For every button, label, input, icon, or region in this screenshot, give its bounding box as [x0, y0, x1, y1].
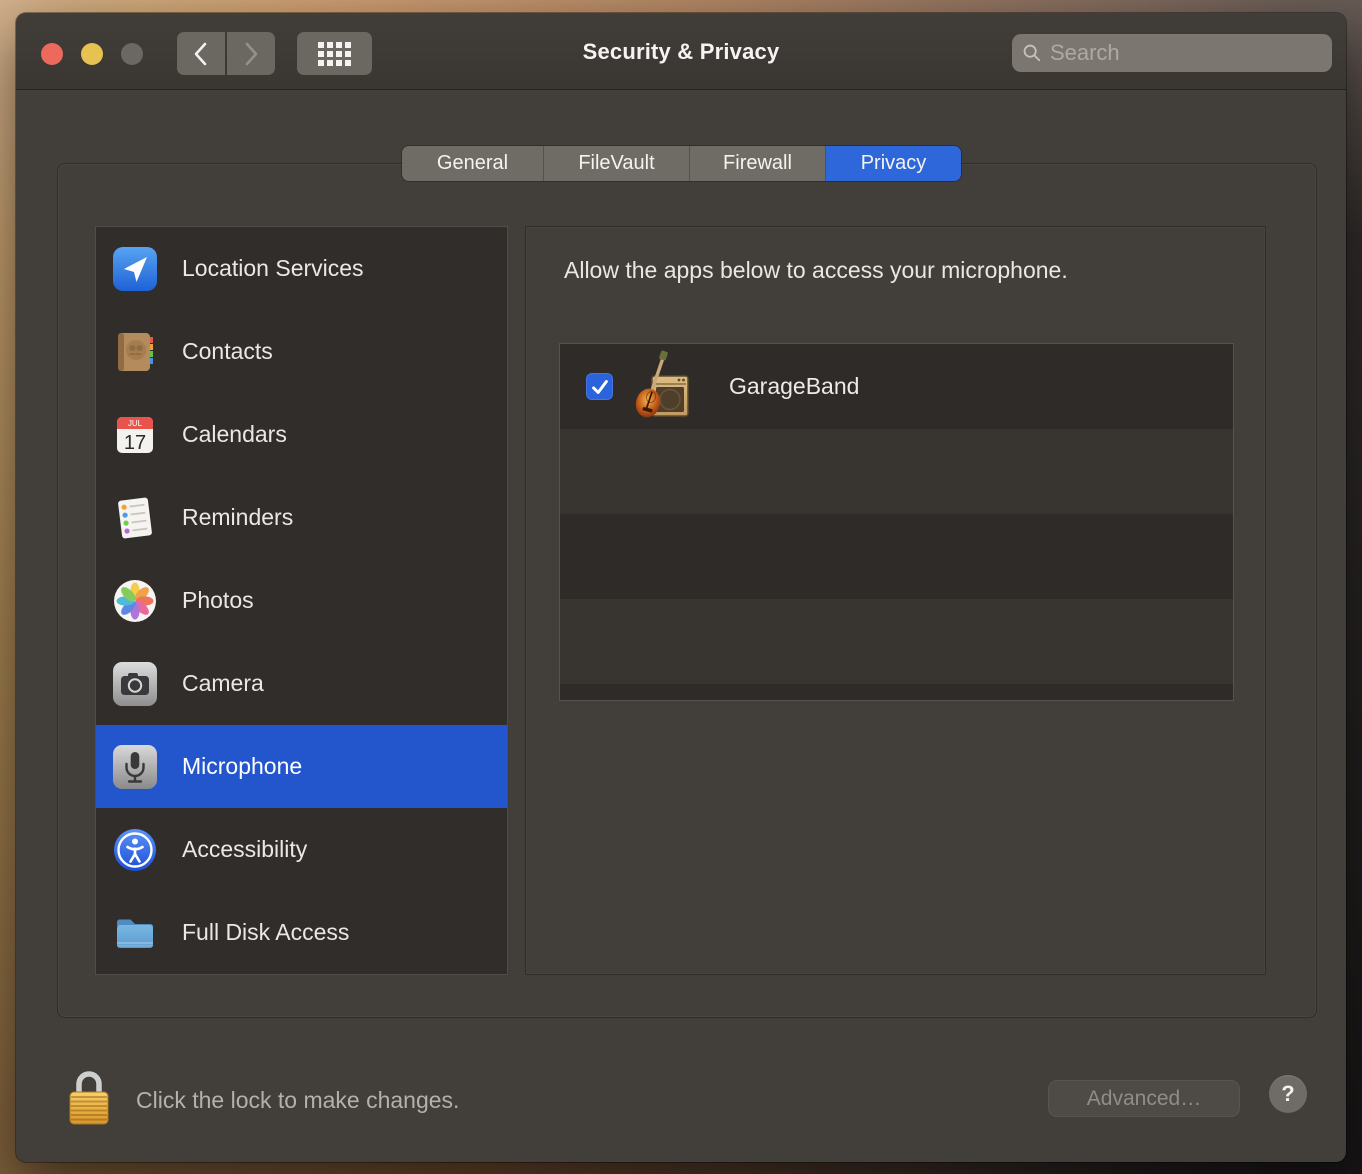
advanced-button[interactable]: Advanced… — [1048, 1080, 1240, 1117]
back-button[interactable] — [177, 32, 225, 75]
show-all-button[interactable] — [297, 32, 372, 75]
sidebar-item-label: Full Disk Access — [182, 919, 350, 945]
contacts-icon — [118, 332, 153, 371]
sidebar-item-photos[interactable]: Photos — [96, 559, 507, 642]
microphone-panel: Allow the apps below to access your micr… — [525, 226, 1266, 975]
help-button[interactable]: ? — [1269, 1075, 1307, 1113]
lock-caption: Click the lock to make changes. — [136, 1087, 460, 1113]
lock-icon[interactable] — [66, 1063, 112, 1127]
tab-general[interactable]: General — [402, 146, 544, 181]
sidebar-item-label: Location Services — [182, 255, 364, 281]
sidebar-item-label: Microphone — [182, 753, 303, 779]
zoom-button[interactable] — [121, 43, 143, 65]
camera-icon — [113, 661, 157, 706]
chevron-right-icon — [245, 42, 258, 65]
titlebar: Security & Privacy — [16, 13, 1346, 90]
grid-icon — [318, 41, 351, 66]
reminders-icon — [118, 497, 152, 538]
sidebar-item-reminders[interactable]: Reminders — [96, 476, 507, 559]
sidebar-item-accessibility[interactable]: Accessibility — [96, 808, 507, 891]
tab-bar: General FileVault Firewall Privacy — [402, 146, 961, 181]
app-name: GarageBand — [729, 373, 860, 399]
close-button[interactable] — [41, 43, 63, 65]
sidebar-item-label: Photos — [182, 587, 254, 613]
app-row-garageband[interactable]: GarageBand — [560, 344, 1233, 429]
accessibility-icon — [114, 828, 156, 871]
tab-filevault[interactable]: FileVault — [544, 146, 690, 181]
search-field[interactable] — [1012, 34, 1332, 72]
panel-heading: Allow the apps below to access your micr… — [564, 257, 1068, 283]
checkmark-icon — [591, 379, 608, 394]
calendar-icon: JUL 17 — [117, 416, 153, 454]
search-icon — [1023, 44, 1041, 62]
sidebar-item-label: Contacts — [182, 338, 273, 364]
sidebar-item-label: Camera — [182, 670, 264, 696]
garageband-icon — [635, 350, 689, 418]
sidebar-item-microphone[interactable]: Microphone — [96, 725, 507, 808]
tab-firewall[interactable]: Firewall — [690, 146, 826, 181]
garageband-checkbox[interactable] — [586, 373, 613, 400]
search-input[interactable] — [1049, 40, 1322, 66]
sidebar-item-camera[interactable]: Camera — [96, 642, 507, 725]
chevron-left-icon — [194, 42, 207, 65]
minimize-button[interactable] — [81, 43, 103, 65]
security-privacy-window: Security & Privacy General FileVault Fir… — [16, 13, 1346, 1162]
folder-icon — [117, 919, 153, 948]
app-list[interactable]: GarageBand — [559, 343, 1234, 701]
sidebar-item-location-services[interactable]: Location Services — [96, 227, 507, 310]
forward-button[interactable] — [227, 32, 275, 75]
privacy-sidebar: Location Services Contacts JUL 17 Calend… — [95, 226, 508, 975]
sidebar-item-full-disk-access[interactable]: Full Disk Access — [96, 891, 507, 974]
photos-icon — [114, 579, 156, 622]
tab-privacy[interactable]: Privacy — [826, 146, 961, 181]
sidebar-item-label: Calendars — [182, 421, 287, 447]
sidebar-item-label: Reminders — [182, 504, 294, 530]
sidebar-item-contacts[interactable]: Contacts — [96, 310, 507, 393]
location-icon — [113, 246, 157, 291]
sidebar-item-label: Accessibility — [182, 836, 308, 862]
svg-text:17: 17 — [124, 432, 146, 454]
microphone-icon — [113, 744, 157, 789]
sidebar-item-calendars[interactable]: JUL 17 Calendars — [96, 393, 507, 476]
svg-text:JUL: JUL — [128, 419, 143, 428]
